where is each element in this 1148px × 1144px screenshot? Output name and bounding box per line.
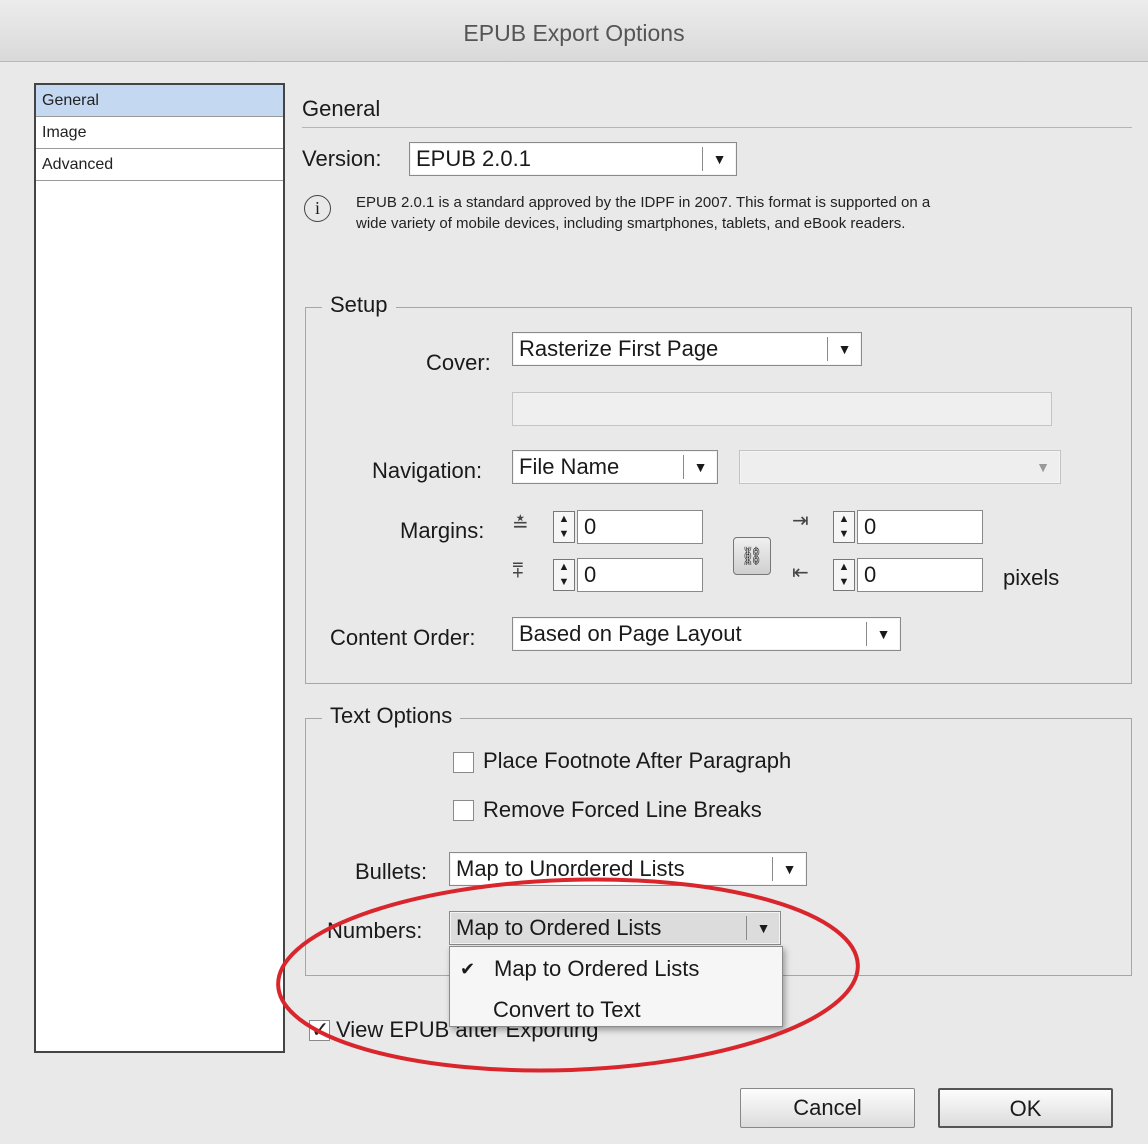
cover-image-field — [512, 392, 1052, 426]
margin-left-stepper[interactable]: ▲ ▼ — [833, 511, 855, 543]
cover-value: Rasterize First Page — [519, 336, 719, 361]
version-description: EPUB 2.0.1 is a standard approved by the… — [356, 192, 930, 234]
chevron-down-icon: ▼ — [827, 337, 861, 361]
margins-label: Margins: — [400, 518, 485, 543]
navigation-toc-select: ▼ — [739, 450, 1061, 484]
version-select[interactable]: EPUB 2.0.1 ▼ — [409, 142, 737, 176]
content-order-label: Content Order: — [330, 625, 476, 650]
margin-left-icon: ⇥ — [792, 510, 809, 532]
footnote-label: Place Footnote After Paragraph — [483, 748, 792, 773]
annotation-ellipse — [276, 877, 860, 1073]
cancel-button[interactable]: Cancel — [740, 1088, 915, 1128]
margin-top-stepper[interactable]: ▲ ▼ — [553, 511, 575, 543]
margin-bottom-icon: ⩱ — [512, 560, 524, 582]
chevron-down-icon: ▼ — [866, 622, 900, 646]
title-bar: EPUB Export Options — [0, 0, 1148, 62]
chevron-down-icon: ▼ — [1036, 459, 1050, 475]
version-value: EPUB 2.0.1 — [416, 146, 531, 171]
footnote-checkbox[interactable] — [453, 752, 474, 773]
text-options-legend: Text Options — [322, 703, 461, 729]
window-title: EPUB Export Options — [463, 20, 685, 46]
ok-button[interactable]: OK — [938, 1088, 1113, 1128]
setup-legend: Setup — [322, 292, 396, 318]
margin-bottom-field[interactable]: 0 — [577, 558, 703, 592]
cover-label: Cover: — [426, 350, 491, 375]
margin-right-icon: ⇤ — [792, 562, 809, 584]
units-label: pixels — [1003, 565, 1060, 590]
chevron-down-icon: ▼ — [702, 147, 736, 171]
navigation-select[interactable]: File Name ▼ — [512, 450, 718, 484]
margin-top-field[interactable]: 0 — [577, 510, 703, 544]
section-heading: General — [302, 96, 381, 121]
content-order-select[interactable]: Based on Page Layout ▼ — [512, 617, 901, 651]
margin-bottom-stepper[interactable]: ▲ ▼ — [553, 559, 575, 591]
margin-top-icon: ≛ — [512, 514, 529, 536]
navigation-label: Navigation: — [372, 458, 483, 483]
line-breaks-label: Remove Forced Line Breaks — [483, 797, 762, 822]
cover-select[interactable]: Rasterize First Page ▼ — [512, 332, 862, 366]
chain-link-icon[interactable]: ⛓ — [733, 537, 771, 575]
sidebar-item-general[interactable]: General — [36, 85, 283, 117]
sidebar-item-advanced[interactable]: Advanced — [36, 149, 283, 181]
margin-right-stepper[interactable]: ▲ ▼ — [833, 559, 855, 591]
heading-divider — [302, 127, 1132, 128]
line-breaks-checkbox[interactable] — [453, 800, 474, 821]
info-icon: i — [304, 195, 331, 222]
version-label: Version: — [302, 146, 382, 171]
info-line-1: EPUB 2.0.1 is a standard approved by the… — [356, 194, 931, 211]
sidebar-item-image[interactable]: Image — [36, 117, 283, 149]
navigation-value: File Name — [519, 454, 620, 479]
content-order-value: Based on Page Layout — [519, 621, 742, 646]
chevron-down-icon: ▼ — [683, 455, 717, 479]
info-line-2: wide variety of mobile devices, includin… — [356, 215, 906, 232]
sidebar: General Image Advanced — [34, 83, 285, 1053]
margin-left-field[interactable]: 0 — [857, 510, 983, 544]
margin-right-field[interactable]: 0 — [857, 558, 983, 592]
